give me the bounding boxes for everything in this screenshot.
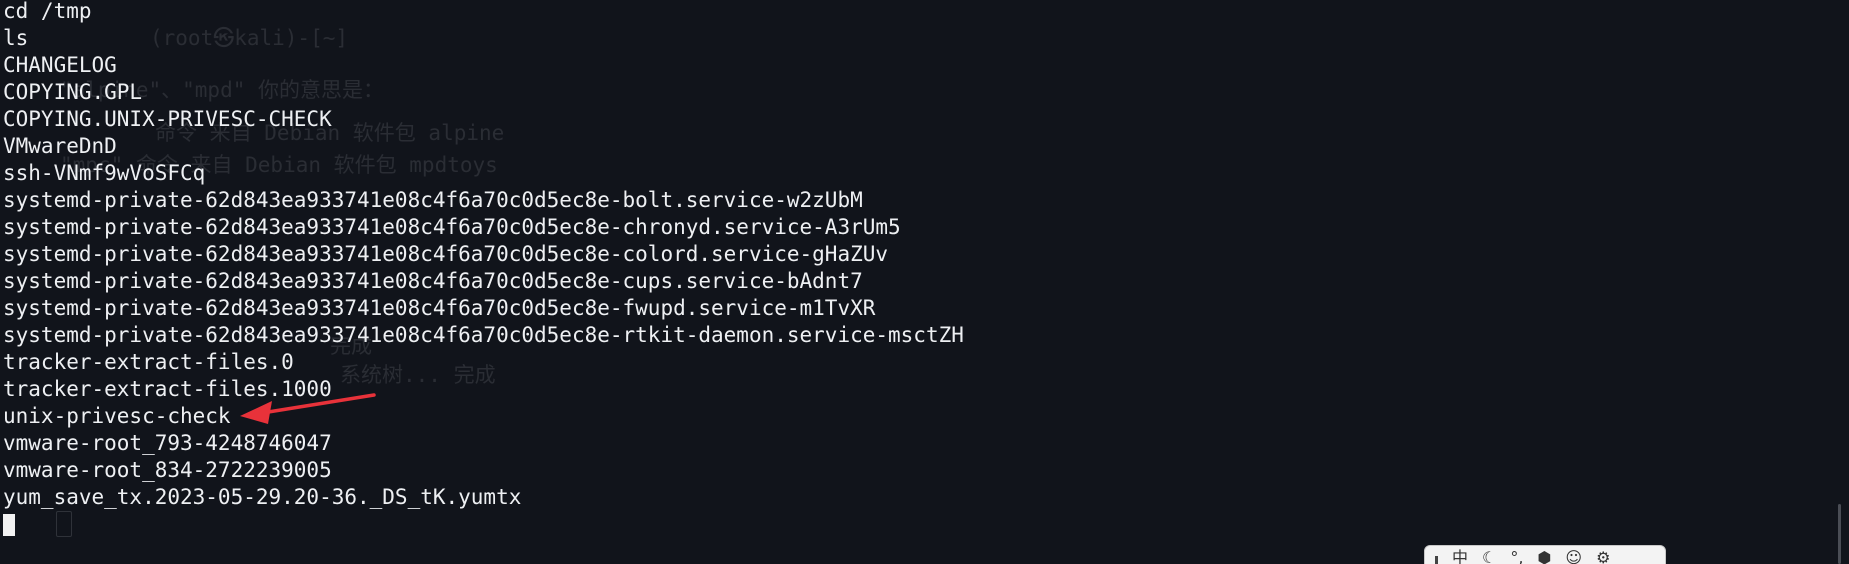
file-entry: systemd-private-62d843ea933741e08c4f6a70… [3, 269, 863, 293]
settings-icon[interactable]: ⚙ [1596, 550, 1610, 564]
file-entry: tracker-extract-files.1000 [3, 377, 332, 401]
emoji-icon[interactable]: ☺ [1565, 550, 1582, 564]
ghost-cursor-box [56, 511, 72, 537]
file-entry: systemd-private-62d843ea933741e08c4f6a70… [3, 296, 876, 320]
file-entry: COPYING.GPL [3, 80, 143, 104]
terminal-window[interactable]: (root㉿kali)-[~] "alpine"、"mpd" 你的意思是： 命令… [0, 0, 1849, 564]
file-entry: vmware-root_834-2722239005 [3, 458, 332, 482]
ime-toolbar[interactable]: 中 ☾ °, ⬢ ☺ ⚙ [1424, 545, 1666, 564]
file-entry: COPYING.UNIX-PRIVESC-CHECK [3, 107, 332, 131]
file-entry: VMwareDnD [3, 134, 117, 158]
terminal-output: cd /tmp ls CHANGELOG COPYING.GPL COPYING.UNI… [3, 0, 964, 538]
file-entry: ssh-VNmf9wVoSFCq [3, 161, 206, 185]
vertical-scrollbar[interactable] [1838, 504, 1841, 564]
command-line: ls [3, 26, 29, 50]
punctuation-icon[interactable]: °, [1510, 550, 1523, 564]
file-entry: systemd-private-62d843ea933741e08c4f6a70… [3, 215, 901, 239]
file-entry: tracker-extract-files.0 [3, 350, 294, 374]
file-entry: systemd-private-62d843ea933741e08c4f6a70… [3, 188, 863, 212]
file-entry: systemd-private-62d843ea933741e08c4f6a70… [3, 323, 964, 347]
file-entry: CHANGELOG [3, 53, 117, 77]
file-entry: vmware-root_793-4248746047 [3, 431, 332, 455]
terminal-cursor [3, 514, 15, 536]
command-line: cd /tmp [3, 0, 92, 23]
chinese-mode-icon[interactable]: 中 [1452, 550, 1468, 564]
file-entry: systemd-private-62d843ea933741e08c4f6a70… [3, 242, 889, 266]
prompt-line[interactable] [3, 511, 964, 538]
skin-icon[interactable]: ⬢ [1537, 550, 1551, 564]
half-width-icon[interactable]: ☾ [1482, 550, 1496, 564]
toolbar-drag-handle[interactable] [1435, 556, 1438, 564]
file-entry: yum_save_tx.2023-05-29.20-36._DS_tK.yumt… [3, 485, 522, 509]
file-entry-highlighted: unix-privesc-check [3, 404, 231, 428]
